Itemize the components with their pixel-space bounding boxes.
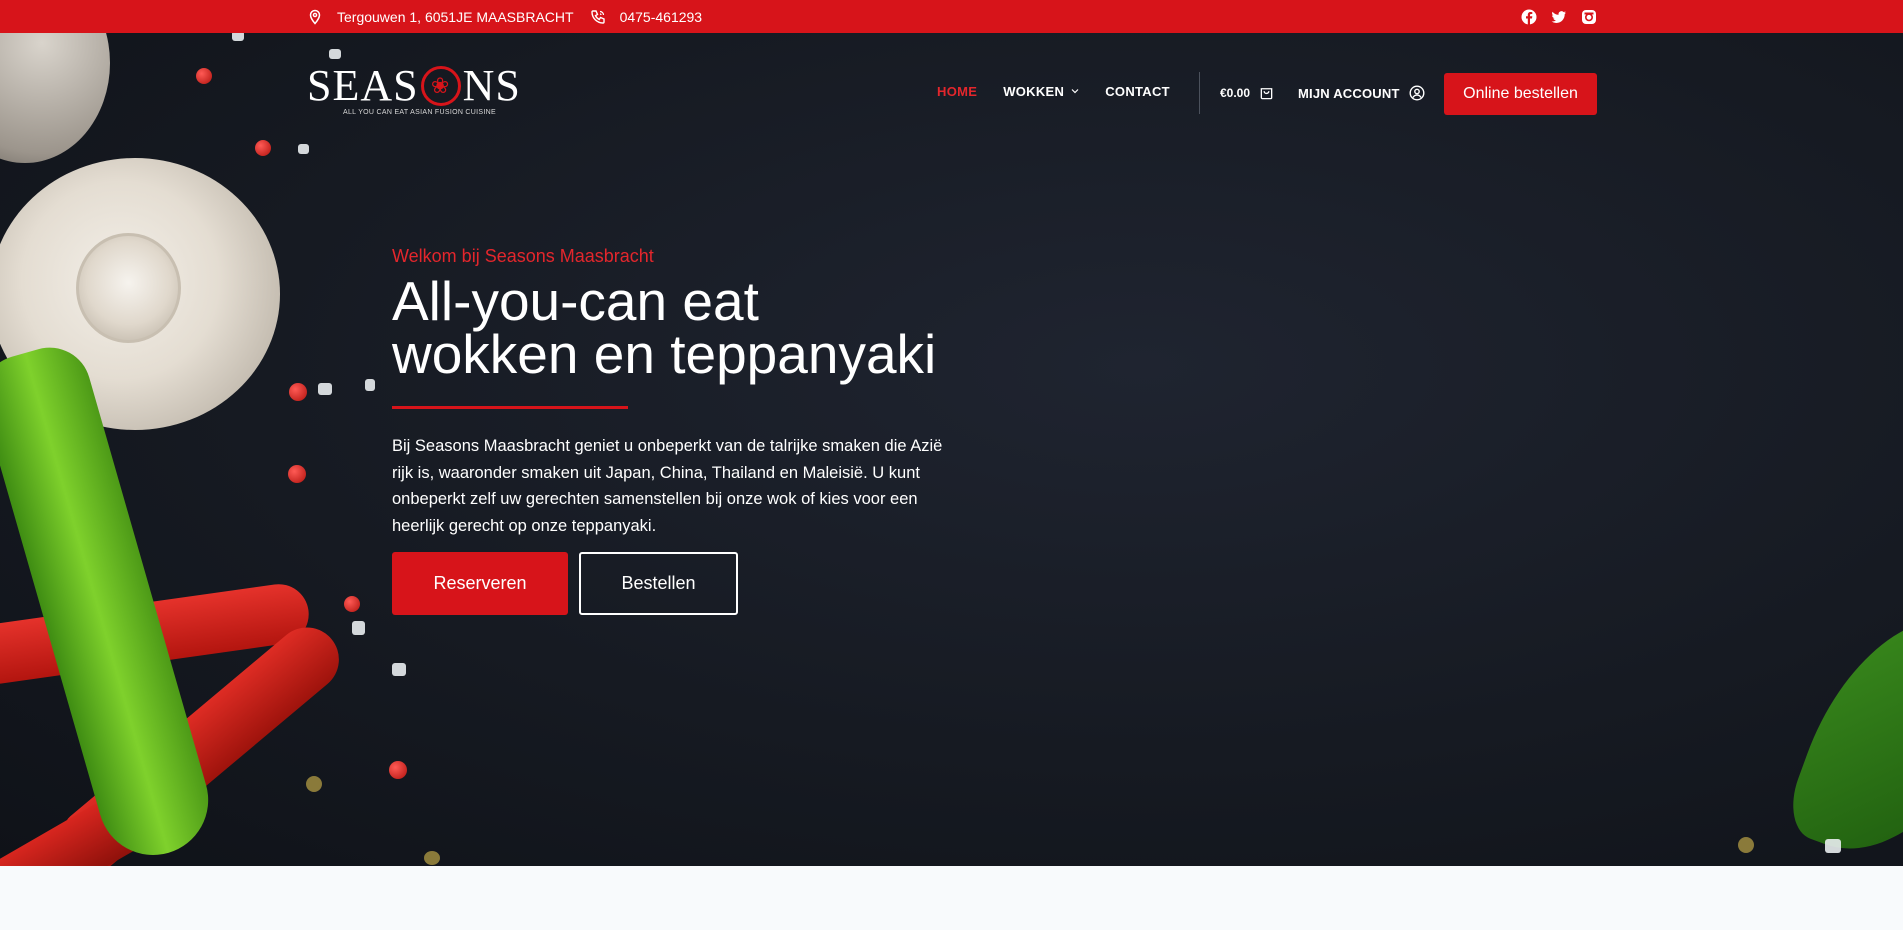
logo-text-left: SEAS [307,61,419,110]
hero-section: SEAS NS ALL YOU CAN EAT ASIAN FUSION CUI… [0,33,1903,866]
account-label: MIJN ACCOUNT [1298,85,1400,101]
salt-crystal [1825,839,1841,853]
peppercorn [344,596,360,612]
site-logo[interactable]: SEAS NS ALL YOU CAN EAT ASIAN FUSION CUI… [307,63,527,123]
nav-wokken-label: WOKKEN [1003,83,1065,99]
salt-crystal [329,49,341,59]
peppercorn [196,68,212,84]
salt-crystal [392,663,406,676]
peppercorn [306,776,322,792]
address-item: Tergouwen 1, 6051JE MAASBRACHT [307,9,574,25]
phone-item[interactable]: 0475-461293 [590,9,703,25]
phone-icon [590,9,605,24]
cart-button[interactable]: €0.00 [1220,85,1274,100]
contact-info: Tergouwen 1, 6051JE MAASBRACHT 0475-4612… [307,0,718,33]
logo-wordmark: SEAS NS [307,63,527,109]
hero-headline: All-you-can eat wokken en teppanyaki [392,270,992,385]
phone-text[interactable]: 0475-461293 [620,9,703,25]
mushroom-stem-image [76,233,181,343]
top-bar: Tergouwen 1, 6051JE MAASBRACHT 0475-4612… [0,0,1903,33]
accent-line [392,406,628,409]
mushroom-image [0,33,110,163]
chevron-down-icon [1071,89,1079,94]
peppercorn [289,383,307,401]
address-text: Tergouwen 1, 6051JE MAASBRACHT [337,8,574,25]
headline-line-1: All-you-can eat [392,270,759,332]
location-pin-icon [309,9,321,25]
salt-crystal [232,33,244,41]
twitter-icon[interactable] [1551,9,1567,25]
peppercorn [255,140,271,156]
facebook-icon[interactable] [1521,9,1537,25]
hero-welcome: Welkom bij Seasons Maasbracht [392,246,654,266]
salt-crystal [365,379,375,391]
order-button[interactable]: Bestellen [579,552,738,615]
logo-text-right: NS [462,61,521,110]
salt-crystal [318,383,332,395]
social-links [1507,0,1597,33]
salt-crystal [298,144,309,154]
user-circle-icon [1409,85,1425,101]
main-nav: HOME WOKKEN CONTACT [937,70,1196,112]
nav-wokken[interactable]: WOKKEN [1003,84,1079,99]
nav-home[interactable]: HOME [937,84,977,99]
basil-leaf-image [1780,583,1903,866]
account-link[interactable]: MIJN ACCOUNT [1298,85,1425,101]
peppercorn [288,465,306,483]
nav-contact[interactable]: CONTACT [1105,84,1170,99]
salt-crystal [352,621,365,635]
peppercorn [389,761,407,779]
cart-total: €0.00 [1220,85,1251,100]
instagram-icon[interactable] [1581,9,1597,25]
reserve-button[interactable]: Reserveren [392,552,568,615]
shopping-bag-icon [1260,88,1273,100]
hero-description: Bij Seasons Maasbracht geniet u onbeperk… [392,437,943,535]
peppercorn [424,851,440,865]
header-divider [1199,72,1200,114]
logo-tagline: ALL YOU CAN EAT ASIAN FUSION CUISINE [343,109,496,116]
headline-line-2: wokken en teppanyaki [392,323,937,385]
peppercorn [1738,837,1754,853]
seal-icon [420,66,461,106]
online-order-button[interactable]: Online bestellen [1444,73,1597,115]
